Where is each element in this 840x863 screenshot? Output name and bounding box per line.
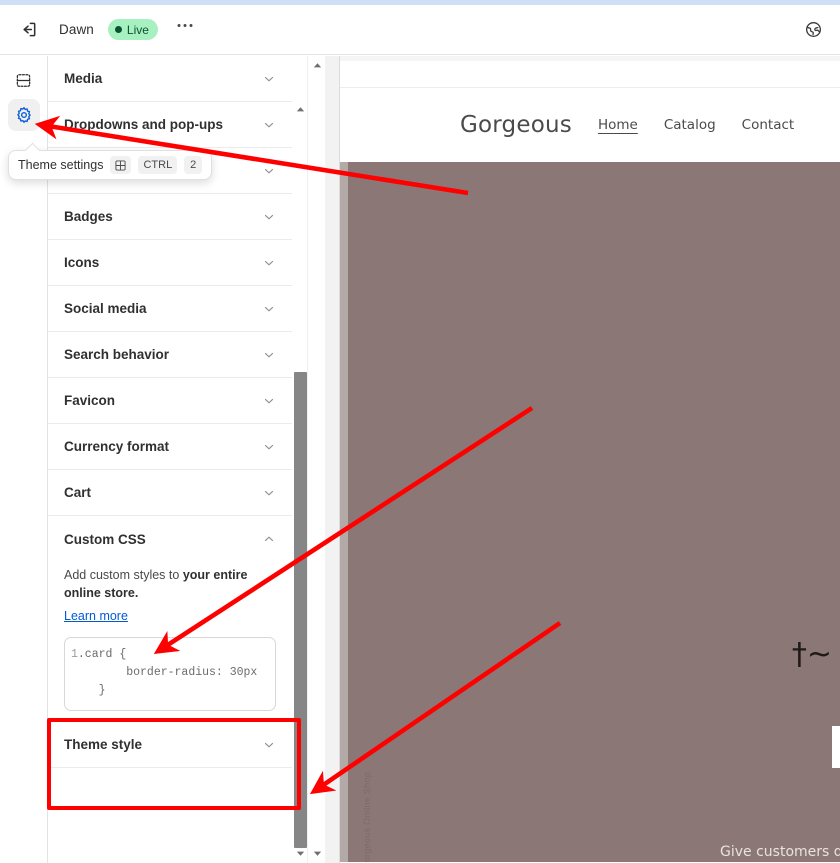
hero-caption: Give customers det bbox=[720, 844, 840, 860]
editor-topbar: Dawn Live bbox=[0, 5, 840, 55]
settings-group-label: Search behavior bbox=[64, 347, 170, 362]
chevron-down-icon bbox=[262, 302, 276, 316]
chevron-down-icon bbox=[262, 486, 276, 500]
chevron-down-icon bbox=[262, 440, 276, 454]
settings-group-label: Media bbox=[64, 71, 103, 86]
preview-store-header: Gorgeous Home Catalog Contact bbox=[340, 88, 840, 162]
exit-icon[interactable] bbox=[11, 15, 45, 45]
panel-divider bbox=[325, 56, 340, 863]
learn-more-link[interactable]: Learn more bbox=[64, 609, 128, 623]
status-badge: Live bbox=[107, 19, 158, 40]
settings-group-label: Icons bbox=[64, 255, 100, 270]
theme-settings-tooltip: Theme settings CTRL 2 bbox=[8, 142, 213, 180]
custom-css-panel: Add custom styles to your entire online … bbox=[48, 562, 292, 723]
gear-icon[interactable] bbox=[7, 99, 40, 131]
preview-hero-banner: Gorgeous Onilne Shop †~ Give customers d… bbox=[340, 162, 840, 863]
sidebar-scrollbar[interactable] bbox=[293, 56, 308, 863]
store-nav: Home Catalog Contact bbox=[598, 117, 794, 133]
custom-css-description-lead: Add custom styles to bbox=[64, 568, 183, 582]
scroll-down-icon[interactable] bbox=[295, 846, 306, 857]
settings-group-row[interactable]: Media bbox=[48, 56, 292, 102]
settings-group-row[interactable]: Cart bbox=[48, 470, 292, 516]
chevron-down-icon bbox=[262, 348, 276, 362]
settings-group-label: Custom CSS bbox=[64, 531, 146, 547]
settings-group-label: Theme style bbox=[64, 737, 143, 753]
chevron-down-icon bbox=[262, 394, 276, 408]
chevron-down-icon bbox=[262, 118, 276, 132]
window-scrollbar[interactable] bbox=[309, 56, 325, 863]
code-content: .card { border-radius: 30px } bbox=[77, 648, 258, 697]
settings-group-label: Currency format bbox=[64, 439, 170, 454]
status-badge-label: Live bbox=[126, 22, 149, 37]
preview-announcement-bar bbox=[340, 61, 840, 88]
sections-icon[interactable] bbox=[8, 64, 40, 96]
hero-vertical-text: Gorgeous Onilne Shop bbox=[362, 772, 372, 863]
settings-group-row[interactable]: Search behavior bbox=[48, 332, 292, 378]
kbd-modifier: CTRL bbox=[138, 156, 178, 174]
settings-group-row[interactable]: Currency format bbox=[48, 424, 292, 470]
store-nav-link[interactable]: Contact bbox=[742, 117, 795, 133]
chevron-down-icon bbox=[262, 72, 276, 86]
custom-css-editor[interactable]: 1.card { border-radius: 30px } bbox=[64, 637, 276, 712]
hero-side-chip bbox=[832, 726, 840, 768]
settings-group-label: Social media bbox=[64, 301, 147, 316]
store-logo[interactable]: Gorgeous bbox=[460, 112, 572, 138]
window-scroll-down-icon[interactable] bbox=[312, 846, 323, 857]
settings-group-row[interactable]: Favicon bbox=[48, 378, 292, 424]
store-nav-link[interactable]: Home bbox=[598, 117, 638, 133]
store-preview: Gorgeous Home Catalog Contact Gorgeous Oni… bbox=[340, 56, 840, 863]
theme-name: Dawn bbox=[59, 22, 94, 37]
tooltip-label: Theme settings bbox=[18, 158, 104, 172]
hero-signature-icon: †~ bbox=[791, 637, 832, 672]
more-options-button[interactable] bbox=[172, 17, 198, 43]
kbd-number: 2 bbox=[184, 156, 203, 174]
custom-css-description: Add custom styles to your entire online … bbox=[64, 566, 276, 602]
code-line-number: 1 bbox=[71, 648, 78, 662]
window-scroll-up-icon[interactable] bbox=[312, 58, 323, 69]
chevron-down-icon bbox=[262, 210, 276, 224]
app-window: Dawn Live Media Dropdowns and pop-ups Ba… bbox=[0, 0, 840, 863]
settings-group-row-custom-css[interactable]: Custom CSS bbox=[48, 516, 292, 562]
settings-group-label: Badges bbox=[64, 209, 113, 224]
chevron-up-icon bbox=[262, 532, 276, 546]
settings-group-row[interactable]: Social media bbox=[48, 286, 292, 332]
chevron-down-icon bbox=[262, 256, 276, 270]
status-dot-icon bbox=[114, 26, 122, 33]
settings-group-row[interactable]: Icons bbox=[48, 240, 292, 286]
chevron-down-icon bbox=[262, 164, 276, 178]
settings-group-row-theme-style[interactable]: Theme style bbox=[48, 722, 292, 769]
grid-icon bbox=[110, 156, 132, 174]
sidebar-scrollbar-thumb[interactable] bbox=[294, 372, 307, 848]
settings-group-label: Favicon bbox=[64, 393, 116, 408]
globe-icon[interactable] bbox=[798, 14, 828, 44]
settings-group-row[interactable]: Badges bbox=[48, 194, 292, 240]
chevron-down-icon bbox=[262, 738, 276, 752]
scroll-up-icon[interactable] bbox=[295, 102, 306, 113]
settings-group-label: Cart bbox=[64, 485, 92, 500]
settings-group-row[interactable]: Dropdowns and pop-ups bbox=[48, 102, 292, 148]
settings-group-label: Dropdowns and pop-ups bbox=[64, 117, 223, 132]
store-nav-link[interactable]: Catalog bbox=[664, 117, 716, 133]
